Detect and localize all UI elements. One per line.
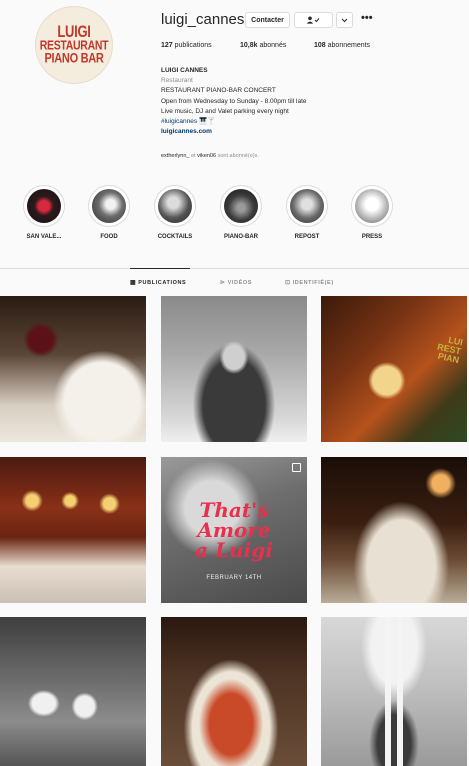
tabs-divider	[0, 268, 469, 269]
bio-hashtag[interactable]: #luigicannes	[161, 118, 197, 125]
followed-by[interactable]: extherlynn_ et viken06 sont abonné(e)s.	[161, 153, 259, 159]
bio-line-2: Open from Wednesday to Sunday - 8.00pm t…	[161, 97, 307, 105]
highlight-thumbnail	[290, 189, 324, 223]
highlight-thumbnail	[92, 189, 126, 223]
valentine-line: That's	[199, 498, 269, 522]
bio-line-1: RESTAURANT PIANO-BAR CONCERT	[161, 87, 276, 95]
video-icon: ⊳	[220, 280, 226, 286]
posts-count: 127	[161, 42, 173, 49]
profile-avatar[interactable]: LUIGI RESTAURANT PIANO BAR	[35, 6, 113, 84]
highlight-label: COCKTAILS	[157, 234, 193, 240]
highlight-ring	[220, 185, 262, 227]
highlight-label: SAN VALE...	[26, 234, 62, 240]
more-options-icon[interactable]: •••	[361, 12, 373, 24]
highlight-label: PRESS	[361, 234, 383, 240]
tab-label: VIDÉOS	[227, 280, 253, 286]
highlight-thumbnail	[27, 189, 61, 223]
highlight-label: FOOD	[100, 234, 118, 240]
tab-label: IDENTIFIÉ(E)	[292, 280, 334, 286]
highlight-thumbnail	[158, 189, 192, 223]
highlight-thumbnail	[355, 189, 389, 223]
profile-username: luigi_cannes	[161, 11, 245, 28]
highlight-label: PIANO-BAR	[224, 234, 258, 240]
contact-button[interactable]: Contacter	[245, 12, 290, 28]
following-button[interactable]	[294, 12, 333, 28]
post-thumbnail[interactable]	[321, 457, 467, 603]
followers-count: 10,8k	[240, 42, 258, 49]
chevron-down-icon	[341, 18, 348, 22]
post-thumbnail[interactable]	[0, 617, 146, 766]
highlight-ring	[286, 185, 328, 227]
post-thumbnail[interactable]: LUI REST PIAN	[321, 296, 467, 442]
highlight-piano-bar[interactable]: PIANO-BAR	[211, 185, 271, 240]
valentine-overlay: That's Amore a Luigi	[161, 500, 307, 560]
suggested-accounts-button[interactable]	[336, 12, 353, 28]
highlight-san-valentin[interactable]: SAN VALE...	[14, 185, 74, 240]
post-thumbnail[interactable]: That's Amore a Luigi FEBRUARY 14TH	[161, 457, 307, 603]
highlight-repost[interactable]: REPOST	[277, 185, 337, 240]
following-count: 108	[314, 42, 326, 49]
tab-label: PUBLICATIONS	[138, 280, 187, 286]
followed-suffix: sont abonné(e)s.	[217, 153, 259, 159]
followed-user-2: viken06	[197, 153, 217, 159]
highlight-press[interactable]: PRESS	[342, 185, 402, 240]
post-thumbnail[interactable]	[0, 296, 146, 442]
following-label: abonnements	[327, 42, 371, 49]
highlight-ring	[351, 185, 393, 227]
highlight-ring	[88, 185, 130, 227]
highlight-label: REPOST	[294, 234, 320, 240]
bio-category: Restaurant	[161, 77, 193, 85]
notebook-text: LUI REST PIAN	[434, 334, 463, 365]
bio-hashtag-row: #luigicannes 🎹🍸	[161, 117, 421, 127]
valentine-line: Amore	[197, 518, 271, 542]
post-thumbnail[interactable]	[321, 617, 467, 766]
tab-videos[interactable]: ⊳ VIDÉOS	[220, 279, 252, 286]
avatar-line-1: LUIGI	[57, 21, 91, 41]
profile-bio: LUIGI CANNES Restaurant RESTAURANT PIANO…	[161, 66, 421, 137]
avatar-line-3: PIANO BAR	[44, 51, 104, 67]
bio-name: LUIGI CANNES	[161, 67, 208, 74]
followers-label: abonnés	[259, 42, 287, 49]
highlight-ring	[154, 185, 196, 227]
active-tab-indicator	[130, 268, 190, 269]
followed-user-1: extherlynn_	[161, 153, 190, 159]
person-check-icon	[306, 16, 319, 24]
bio-website-link[interactable]: luigicannes.com	[161, 127, 421, 137]
posts-stat: 127 publications	[161, 42, 212, 49]
following-stat[interactable]: 108 abonnements	[314, 42, 370, 49]
highlight-cocktails[interactable]: COCKTAILS	[145, 185, 205, 240]
valentine-date: FEBRUARY 14TH	[206, 575, 262, 581]
followed-and: et	[190, 153, 196, 159]
post-thumbnail[interactable]	[161, 296, 307, 442]
highlight-thumbnail	[224, 189, 258, 223]
bio-emoji: 🎹🍸	[198, 118, 216, 126]
followers-stat[interactable]: 10,8k abonnés	[240, 42, 286, 49]
grid-icon: ▦	[130, 280, 137, 286]
bio-line-3: Live music, DJ and Valet parking every n…	[161, 107, 289, 115]
highlight-ring	[23, 185, 65, 227]
carousel-icon	[292, 463, 301, 472]
tab-publications[interactable]: ▦ PUBLICATIONS	[130, 279, 186, 286]
post-thumbnail[interactable]	[0, 457, 146, 603]
post-thumbnail[interactable]	[161, 617, 307, 766]
posts-label: publications	[174, 42, 212, 49]
valentine-line: a Luigi	[195, 538, 273, 562]
tag-icon: ⊡	[285, 280, 291, 286]
tab-identifie[interactable]: ⊡ IDENTIFIÉ(E)	[285, 279, 334, 286]
highlight-food[interactable]: FOOD	[79, 185, 139, 240]
